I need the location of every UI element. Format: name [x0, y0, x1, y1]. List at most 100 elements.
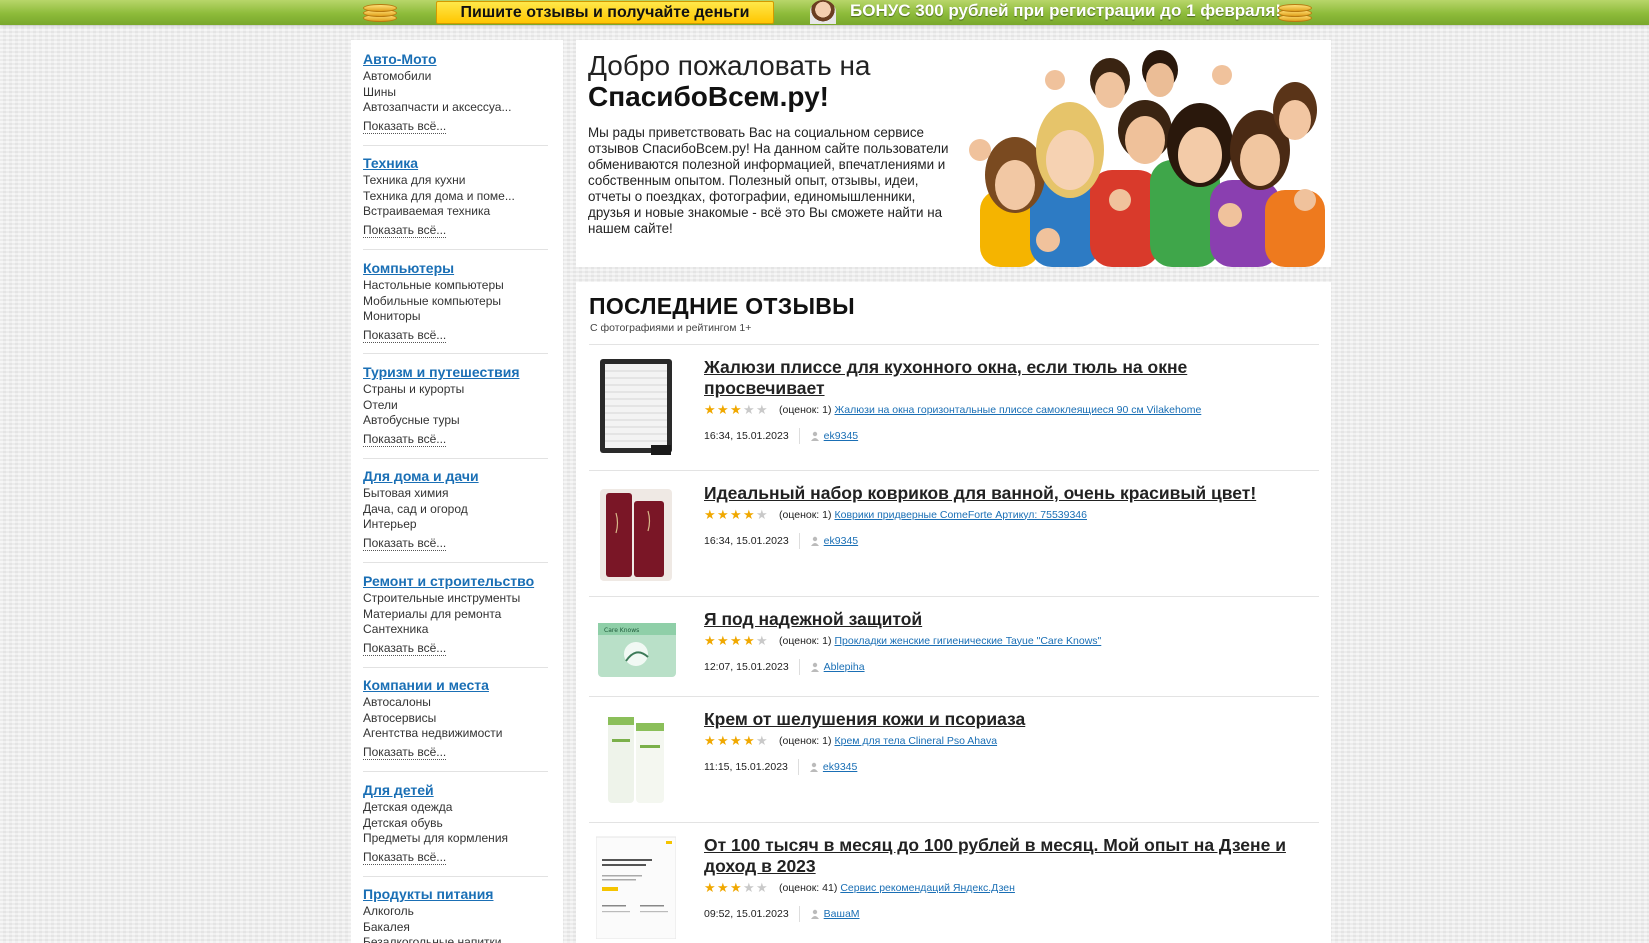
- show-all-link[interactable]: Показать всё...: [363, 745, 447, 760]
- product-thumbnail[interactable]: [596, 835, 676, 939]
- show-all-link[interactable]: Показать всё...: [363, 328, 447, 343]
- promo-banner[interactable]: Пишите отзывы и получайте деньги БОНУС 3…: [0, 0, 1649, 25]
- review-meta: ★ ★ ★ ★ ★ (оценок: 1) Прокладки женские …: [704, 634, 1101, 647]
- subcategory-link[interactable]: Мобильные компьютеры: [363, 294, 548, 310]
- product-link[interactable]: Крем для тела Clineral Pso Ahava: [834, 735, 997, 747]
- subcategory-link[interactable]: Агентства недвижимости: [363, 726, 548, 742]
- show-all-link[interactable]: Показать всё...: [363, 850, 447, 865]
- subcategory-link[interactable]: Бакалея: [363, 920, 548, 936]
- subcategory-link[interactable]: Настольные компьютеры: [363, 278, 548, 294]
- category-title[interactable]: Авто-Мото: [363, 50, 548, 69]
- subcategory-link[interactable]: Безалкогольные напитки: [363, 935, 548, 943]
- review-meta: ★ ★ ★ ★ ★ (оценок: 1) Коврики придверные…: [704, 508, 1087, 521]
- subcategory-link[interactable]: Бытовая химия: [363, 486, 548, 502]
- category-title[interactable]: Компании и места: [363, 676, 548, 695]
- subcategory-link[interactable]: Техника для кухни: [363, 173, 548, 189]
- author-link[interactable]: ВашаМ: [824, 908, 860, 920]
- subcategory-link[interactable]: Техника для дома и поме...: [363, 189, 548, 205]
- product-link[interactable]: Сервис рекомендаций Яндекс.Дзен: [840, 882, 1015, 894]
- review-meta: ★ ★ ★ ★ ★ (оценок: 41) Сервис рекомендац…: [704, 881, 1015, 894]
- rating-count: (оценок: 1): [779, 403, 832, 416]
- subcategory-link[interactable]: Автозапчасти и аксессуа...: [363, 100, 548, 116]
- review-title-link[interactable]: Жалюзи плиссе для кухонного окна, если т…: [704, 357, 1304, 399]
- divider: [363, 458, 548, 459]
- review-footer: 11:15, 15.01.2023 ek9345: [704, 759, 857, 775]
- category-title[interactable]: Туризм и путешествия: [363, 363, 548, 382]
- star-icon: ★: [717, 880, 729, 895]
- product-link[interactable]: Жалюзи на окна горизонтальные плиссе сам…: [834, 404, 1201, 416]
- star-icon: ★: [717, 507, 729, 522]
- subcategory-link[interactable]: Сантехника: [363, 622, 548, 638]
- author-link[interactable]: ek9345: [824, 535, 858, 547]
- subcategory-link[interactable]: Шины: [363, 85, 548, 101]
- section-subtitle: С фотографиями и рейтингом 1+: [590, 322, 752, 334]
- star-empty-icon: ★: [743, 880, 755, 895]
- category-title[interactable]: Для дома и дачи: [363, 467, 548, 486]
- show-all-link[interactable]: Показать всё...: [363, 223, 447, 238]
- category-renovation: Ремонт и строительство Строительные инст…: [363, 572, 548, 657]
- product-thumbnail[interactable]: [596, 709, 676, 813]
- subcategory-link[interactable]: Интерьер: [363, 517, 548, 533]
- subcategory-link[interactable]: Страны и курорты: [363, 382, 548, 398]
- subcategory-link[interactable]: Детская обувь: [363, 816, 548, 832]
- category-title[interactable]: Компьютеры: [363, 259, 548, 278]
- show-all-link[interactable]: Показать всё...: [363, 119, 447, 134]
- review-title-link[interactable]: Я под надежной защитой: [704, 609, 1304, 630]
- subcategory-link[interactable]: Детская одежда: [363, 800, 548, 816]
- show-all-link[interactable]: Показать всё...: [363, 641, 447, 656]
- rating-stars: ★ ★ ★ ★ ★: [704, 634, 769, 647]
- star-icon: ★: [717, 733, 729, 748]
- subcategory-link[interactable]: Автомобили: [363, 69, 548, 85]
- write-reviews-button[interactable]: Пишите отзывы и получайте деньги: [436, 1, 774, 24]
- author-link[interactable]: ek9345: [824, 430, 858, 442]
- review-time: 12:07, 15.01.2023: [704, 661, 789, 673]
- bonus-text[interactable]: БОНУС 300 рублей при регистрации до 1 фе…: [850, 0, 1281, 22]
- review-title-link[interactable]: Идеальный набор ковриков для ванной, оче…: [704, 483, 1304, 504]
- review-meta: ★ ★ ★ ★ ★ (оценок: 1) Крем для тела Clin…: [704, 734, 997, 747]
- user-icon: [809, 762, 818, 772]
- category-title[interactable]: Для детей: [363, 781, 548, 800]
- divider: [798, 428, 800, 444]
- star-icon: ★: [704, 733, 716, 748]
- star-icon: ★: [743, 733, 755, 748]
- product-thumbnail[interactable]: [596, 483, 676, 587]
- user-icon: [810, 662, 819, 672]
- subcategory-link[interactable]: Мониторы: [363, 309, 548, 325]
- subcategory-link[interactable]: Автобусные туры: [363, 413, 548, 429]
- show-all-link[interactable]: Показать всё...: [363, 536, 447, 551]
- subcategory-link[interactable]: Материалы для ремонта: [363, 607, 548, 623]
- review-time: 11:15, 15.01.2023: [704, 761, 788, 773]
- divider: [797, 759, 799, 775]
- subcategory-link[interactable]: Автосалоны: [363, 695, 548, 711]
- rating-stars: ★ ★ ★ ★ ★: [704, 508, 769, 521]
- product-thumbnail[interactable]: [596, 357, 676, 461]
- review-title-link[interactable]: От 100 тысяч в месяц до 100 рублей в мес…: [704, 835, 1304, 877]
- subcategory-link[interactable]: Алкоголь: [363, 904, 548, 920]
- review-meta: ★ ★ ★ ★ ★ (оценок: 1) Жалюзи на окна гор…: [704, 403, 1201, 416]
- product-link[interactable]: Прокладки женские гигиенические Tayue "C…: [834, 635, 1101, 647]
- review-time: 16:34, 15.01.2023: [704, 535, 789, 547]
- review-item: Идеальный набор ковриков для ванной, оче…: [589, 471, 1319, 596]
- product-link[interactable]: Коврики придверные ComeForte Артикул: 75…: [834, 509, 1087, 521]
- review-item: Крем от шелушения кожи и псориаза ★ ★ ★ …: [589, 697, 1319, 822]
- author-link[interactable]: ek9345: [823, 761, 857, 773]
- subcategory-link[interactable]: Предметы для кормления: [363, 831, 548, 847]
- category-title[interactable]: Техника: [363, 154, 548, 173]
- category-companies: Компании и места Автосалоны Автосервисы …: [363, 676, 548, 761]
- review-item: Жалюзи плиссе для кухонного окна, если т…: [589, 345, 1319, 470]
- subcategory-link[interactable]: Дача, сад и огород: [363, 502, 548, 518]
- review-footer: 12:07, 15.01.2023 Ablepiha: [704, 659, 865, 675]
- subcategory-link[interactable]: Строительные инструменты: [363, 591, 548, 607]
- show-all-link[interactable]: Показать всё...: [363, 432, 447, 447]
- category-title[interactable]: Продукты питания: [363, 885, 548, 904]
- author-link[interactable]: Ablepiha: [824, 661, 865, 673]
- star-icon: ★: [730, 733, 742, 748]
- subcategory-link[interactable]: Отели: [363, 398, 548, 414]
- user-icon: [810, 431, 819, 441]
- rating-stars: ★ ★ ★ ★ ★: [704, 734, 769, 747]
- category-title[interactable]: Ремонт и строительство: [363, 572, 548, 591]
- subcategory-link[interactable]: Встраиваемая техника: [363, 204, 548, 220]
- section-title: ПОСЛЕДНИЕ ОТЗЫВЫ: [589, 293, 855, 319]
- review-title-link[interactable]: Крем от шелушения кожи и псориаза: [704, 709, 1304, 730]
- subcategory-link[interactable]: Автосервисы: [363, 711, 548, 727]
